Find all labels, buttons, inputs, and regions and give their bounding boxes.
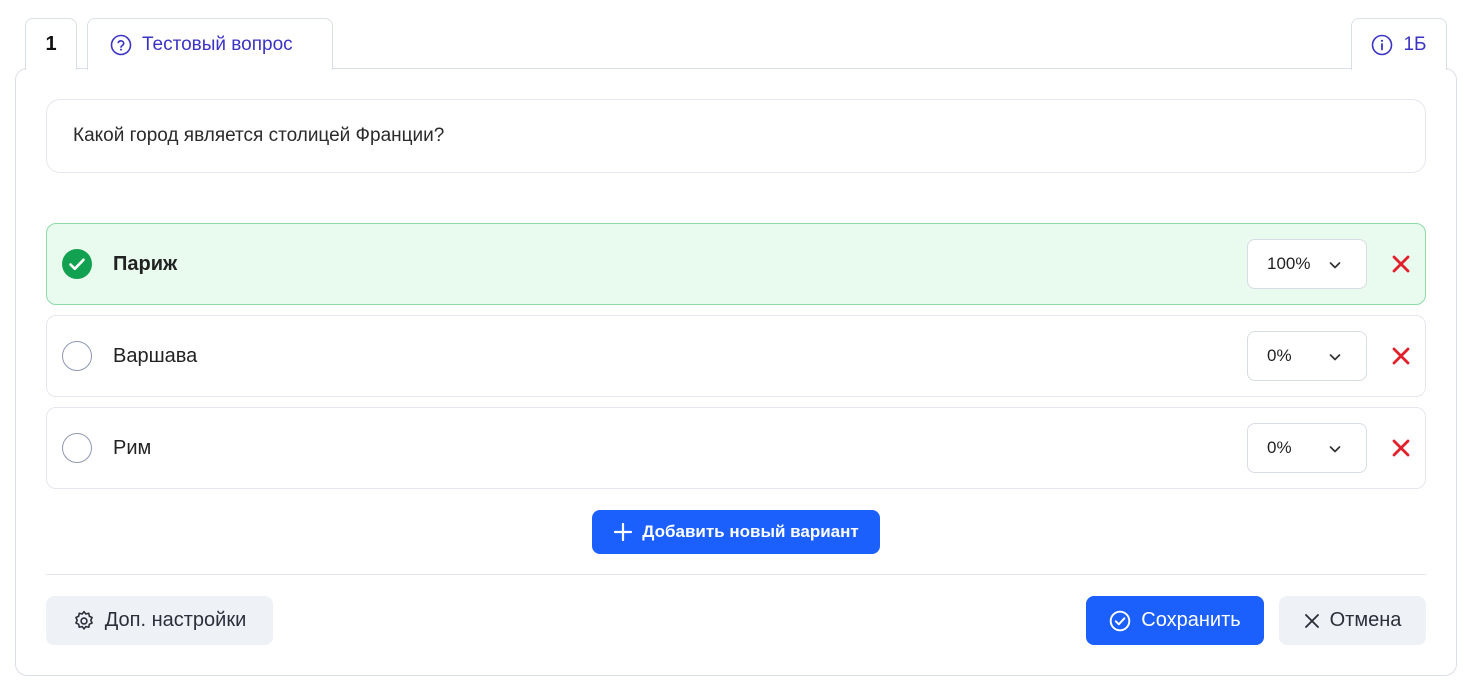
question-text: Какой город является столицей Франции? (73, 125, 445, 146)
percent-select[interactable]: 100% (1247, 239, 1367, 289)
tab-points[interactable]: 1Б (1351, 18, 1447, 70)
info-circle-icon (1371, 34, 1393, 56)
add-variant-button[interactable]: Добавить новый вариант (592, 510, 880, 554)
tab-question-type[interactable]: Тестовый вопрос (87, 18, 333, 70)
save-button[interactable]: Сохранить (1086, 596, 1264, 645)
check-circle-icon[interactable] (62, 249, 92, 279)
close-icon[interactable] (1391, 438, 1411, 458)
divider (46, 574, 1426, 575)
tab-question-number[interactable]: 1 (25, 18, 77, 70)
answer-text[interactable]: Рим (113, 408, 151, 488)
question-circle-icon (110, 34, 132, 56)
save-label: Сохранить (1141, 609, 1241, 631)
cancel-button[interactable]: Отмена (1279, 596, 1426, 645)
chevron-down-icon (1328, 441, 1342, 461)
question-type-label: Тестовый вопрос (142, 33, 293, 55)
answer-row[interactable]: Варшава 0% (46, 315, 1426, 397)
close-icon[interactable] (1391, 346, 1411, 366)
question-number: 1 (45, 33, 57, 55)
check-circle-outline-icon (1109, 610, 1131, 632)
percent-select[interactable]: 0% (1247, 423, 1367, 473)
add-variant-label: Добавить новый вариант (642, 522, 859, 541)
answer-text[interactable]: Париж (113, 224, 177, 304)
gear-icon (73, 610, 95, 632)
chevron-down-icon (1328, 257, 1342, 277)
percent-value: 100% (1267, 254, 1311, 273)
points-label: 1Б (1403, 33, 1427, 55)
plus-icon (613, 522, 633, 542)
settings-label: Доп. настройки (104, 609, 247, 631)
answer-row[interactable]: Рим 0% (46, 407, 1426, 489)
correct-radio[interactable] (62, 341, 92, 371)
percent-value: 0% (1267, 346, 1292, 365)
close-icon[interactable] (1391, 254, 1411, 274)
percent-value: 0% (1267, 438, 1292, 457)
answer-text[interactable]: Варшава (113, 316, 197, 396)
settings-button[interactable]: Доп. настройки (46, 596, 273, 645)
question-text-field[interactable]: Какой город является столицей Франции? (46, 99, 1426, 173)
correct-radio[interactable] (62, 433, 92, 463)
answer-row[interactable]: Париж 100% (46, 223, 1426, 305)
chevron-down-icon (1328, 349, 1342, 369)
cancel-label: Отмена (1329, 609, 1402, 631)
close-icon (1304, 613, 1320, 629)
percent-select[interactable]: 0% (1247, 331, 1367, 381)
